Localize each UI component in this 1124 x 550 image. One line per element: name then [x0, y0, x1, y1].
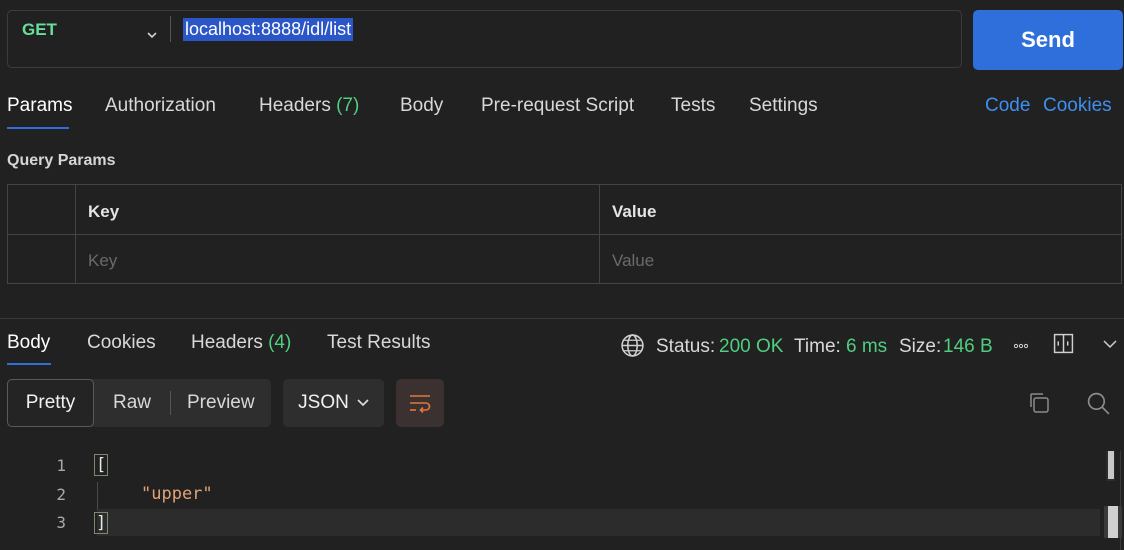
open-bracket: [: [94, 454, 109, 476]
query-params-label: Query Params: [7, 152, 116, 169]
active-response-tab-indicator: [7, 363, 51, 365]
chevron-down-icon[interactable]: [1103, 339, 1117, 349]
value-column-header: Value: [612, 202, 657, 221]
chevron-down-icon: [357, 399, 369, 407]
key-input[interactable]: Key: [88, 251, 117, 271]
tab-headers[interactable]: Headers (7): [259, 95, 359, 117]
indent-guide: [97, 482, 98, 510]
method-select[interactable]: GET: [22, 20, 57, 40]
pretty-button[interactable]: Pretty: [7, 379, 94, 427]
time-label: Time:: [794, 336, 841, 357]
key-column-header: Key: [88, 202, 120, 221]
preview-button[interactable]: Preview: [187, 392, 255, 414]
tab-params[interactable]: Params: [7, 95, 72, 117]
close-bracket: ]: [94, 512, 109, 534]
segment-divider: [170, 391, 171, 415]
tab-tests[interactable]: Tests: [671, 95, 715, 117]
scrollbar-thumb[interactable]: [1104, 506, 1122, 538]
response-tab-cookies[interactable]: Cookies: [87, 332, 156, 354]
wrap-lines-button[interactable]: [396, 379, 444, 427]
code-line-1[interactable]: [: [94, 454, 109, 476]
cookies-link[interactable]: Cookies: [1043, 95, 1112, 117]
active-tab-indicator: [7, 127, 69, 129]
format-select-label: JSON: [298, 392, 349, 413]
tab-headers-label: Headers: [259, 95, 331, 116]
tab-authorization[interactable]: Authorization: [105, 95, 216, 117]
pane-divider[interactable]: [0, 318, 1124, 319]
tab-settings[interactable]: Settings: [749, 95, 818, 117]
globe-icon[interactable]: [620, 333, 645, 358]
line-number: 1: [56, 456, 66, 475]
response-tab-headers-count: (4): [268, 332, 292, 353]
scrollbar-thumb[interactable]: [1106, 451, 1115, 481]
code-line-3[interactable]: ]: [94, 512, 109, 534]
status-value[interactable]: 200 OK: [719, 336, 783, 358]
time-value[interactable]: 6 ms: [846, 336, 887, 358]
tab-prerequest-script[interactable]: Pre-request Script: [481, 95, 634, 117]
current-line-highlight: [97, 509, 1100, 536]
size-value[interactable]: 146 B: [943, 336, 993, 358]
value-input[interactable]: Value: [612, 251, 654, 271]
format-select[interactable]: JSON: [283, 379, 384, 427]
code-line-2[interactable]: "upper": [141, 484, 213, 504]
send-button[interactable]: Send: [973, 10, 1123, 70]
table-divider: [8, 234, 1121, 235]
size-label: Size:: [899, 336, 942, 357]
search-icon[interactable]: [1086, 391, 1111, 416]
tab-body[interactable]: Body: [400, 95, 443, 117]
wrap-lines-icon: [410, 395, 431, 413]
status-label: Status:: [656, 336, 716, 357]
line-number: 2: [56, 485, 66, 504]
layout-toggle-icon[interactable]: [1053, 333, 1074, 354]
tab-headers-count: (7): [336, 95, 360, 116]
url-input[interactable]: localhost:8888/idl/list: [183, 18, 354, 41]
copy-icon[interactable]: [1027, 391, 1051, 415]
raw-button[interactable]: Raw: [113, 392, 151, 414]
chevron-down-icon[interactable]: [147, 30, 157, 40]
code-link[interactable]: Code: [985, 95, 1030, 117]
response-tab-headers[interactable]: Headers (4): [191, 332, 291, 354]
response-tab-body[interactable]: Body: [7, 332, 50, 354]
more-options-icon[interactable]: [1013, 343, 1029, 349]
line-number: 3: [56, 513, 66, 532]
response-tab-test-results[interactable]: Test Results: [327, 332, 430, 354]
response-tab-headers-label: Headers: [191, 332, 263, 353]
url-divider: [170, 16, 171, 42]
